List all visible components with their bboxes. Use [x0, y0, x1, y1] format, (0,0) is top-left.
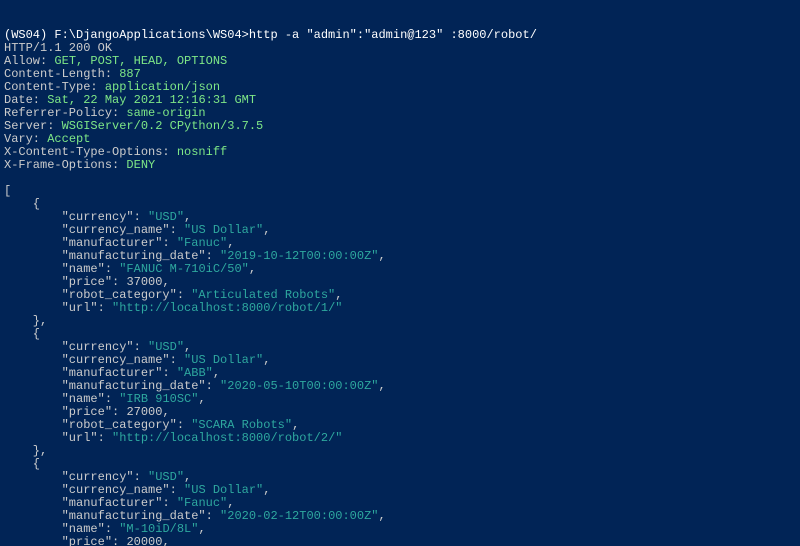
json-object-open: { — [4, 457, 40, 471]
json-key: "manufacturing_date" — [62, 509, 206, 523]
json-key: "url" — [62, 301, 98, 315]
shell-command: http -a "admin":"admin@123" :8000/robot/ — [249, 28, 537, 42]
json-string-value: "US Dollar" — [184, 353, 263, 367]
json-key: "currency_name" — [62, 353, 170, 367]
http-header-key: Server: — [4, 119, 62, 133]
json-string-value: "US Dollar" — [184, 483, 263, 497]
json-key: "robot_category" — [62, 418, 177, 432]
json-string-value: "ABB" — [177, 366, 213, 380]
http-header-key: Content-Type: — [4, 80, 105, 94]
http-header-key: Allow: — [4, 54, 54, 68]
json-object-open: { — [4, 327, 40, 341]
json-string-value: "USD" — [148, 210, 184, 224]
http-header-key: Content-Length: — [4, 67, 119, 81]
http-header-key: Referrer-Policy: — [4, 106, 126, 120]
terminal-output[interactable]: (WS04) F:\DjangoApplications\WS04>http -… — [0, 26, 800, 546]
json-key: "manufacturing_date" — [62, 249, 206, 263]
http-header-value: DENY — [126, 158, 155, 172]
json-key: "currency" — [62, 470, 134, 484]
http-header-value: application/json — [105, 80, 220, 94]
http-header-value: same-origin — [126, 106, 205, 120]
json-key: "name" — [62, 392, 105, 406]
json-string-value: "IRB 910SC" — [119, 392, 198, 406]
json-key: "name" — [62, 262, 105, 276]
http-header-key: Vary: — [4, 132, 47, 146]
json-key: "robot_category" — [62, 288, 177, 302]
json-array-open: [ — [4, 184, 11, 198]
json-string-value: "SCARA Robots" — [191, 418, 292, 432]
json-key: "price" — [62, 275, 112, 289]
json-number-value: 27000 — [126, 405, 162, 419]
json-number-value: 20000 — [126, 535, 162, 546]
http-header-key: X-Content-Type-Options: — [4, 145, 177, 159]
json-key: "currency_name" — [62, 223, 170, 237]
http-header-value: 887 — [119, 67, 141, 81]
json-string-value: "US Dollar" — [184, 223, 263, 237]
json-key: "currency" — [62, 210, 134, 224]
http-header-key: Date: — [4, 93, 47, 107]
json-key: "currency_name" — [62, 483, 170, 497]
json-string-value: "Articulated Robots" — [191, 288, 335, 302]
json-string-value: "M-10iD/8L" — [119, 522, 198, 536]
json-string-value: "2019-10-12T00:00:00Z" — [220, 249, 378, 263]
json-key: "manufacturer" — [62, 496, 163, 510]
json-key: "url" — [62, 431, 98, 445]
json-key: "manufacturing_date" — [62, 379, 206, 393]
http-header-value: Accept — [47, 132, 90, 146]
json-string-value: "2020-02-12T00:00:00Z" — [220, 509, 378, 523]
json-object-close: }, — [4, 314, 47, 328]
json-string-value: "Fanuc" — [177, 496, 227, 510]
http-header-value: nosniff — [177, 145, 227, 159]
json-key: "price" — [62, 535, 112, 546]
json-string-value: "FANUC M-710iC/50" — [119, 262, 249, 276]
http-header-value: GET, POST, HEAD, OPTIONS — [54, 54, 227, 68]
json-string-value: "2020-05-10T00:00:00Z" — [220, 379, 378, 393]
json-key: "price" — [62, 405, 112, 419]
http-header-key: X-Frame-Options: — [4, 158, 126, 172]
json-key: "currency" — [62, 340, 134, 354]
json-string-value: "USD" — [148, 470, 184, 484]
json-string-value: "USD" — [148, 340, 184, 354]
http-status-line: HTTP/1.1 200 OK — [4, 41, 112, 55]
json-key: "manufacturer" — [62, 236, 163, 250]
http-header-value: WSGIServer/0.2 CPython/3.7.5 — [62, 119, 264, 133]
http-header-value: Sat, 22 May 2021 12:16:31 GMT — [47, 93, 256, 107]
json-string-value: "http://localhost:8000/robot/1/" — [112, 301, 342, 315]
json-string-value: "Fanuc" — [177, 236, 227, 250]
json-key: "manufacturer" — [62, 366, 163, 380]
json-number-value: 37000 — [126, 275, 162, 289]
json-object-open: { — [4, 197, 40, 211]
json-key: "name" — [62, 522, 105, 536]
json-string-value: "http://localhost:8000/robot/2/" — [112, 431, 342, 445]
json-object-close: }, — [4, 444, 47, 458]
shell-prompt: (WS04) F:\DjangoApplications\WS04> — [4, 28, 249, 42]
